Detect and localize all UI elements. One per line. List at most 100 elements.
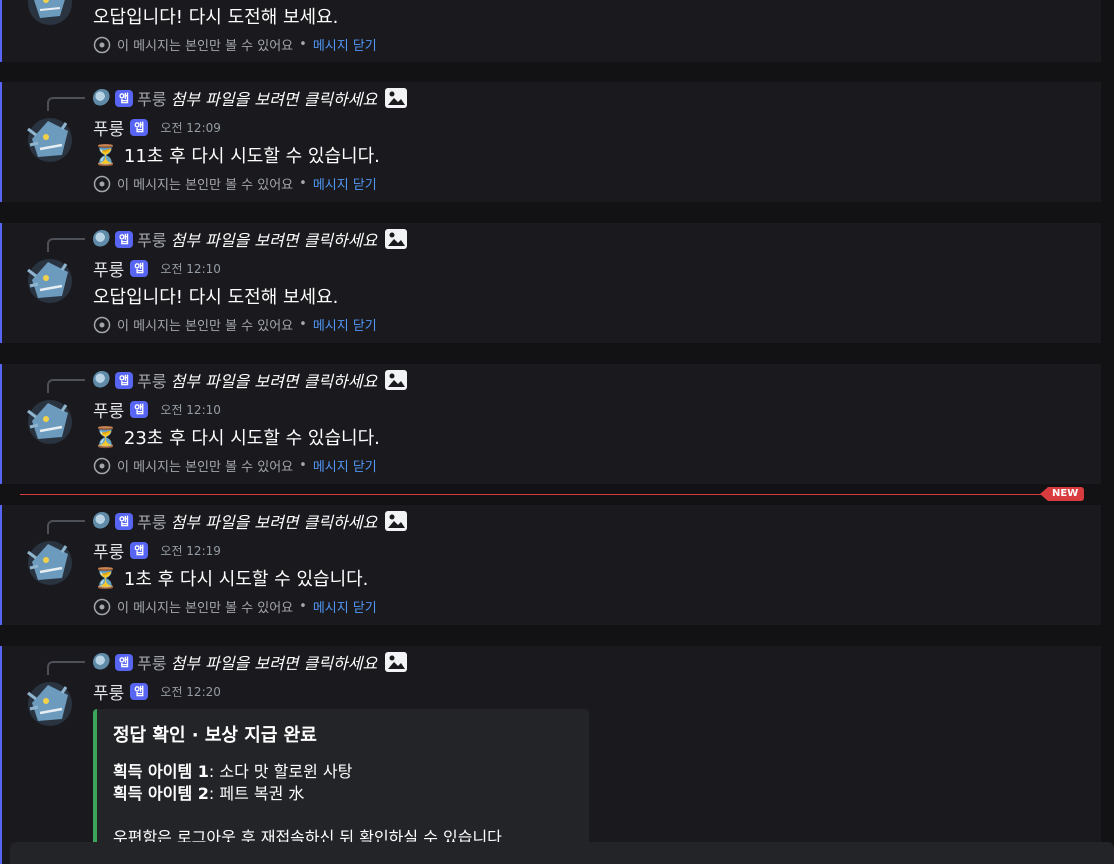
ephemeral-text: 이 메시지는 본인만 볼 수 있어요 (117, 178, 294, 193)
separator: • (299, 176, 307, 191)
avatar[interactable] (26, 0, 74, 28)
avatar[interactable] (26, 538, 74, 588)
author-name[interactable]: 푸룽 (93, 397, 124, 422)
app-badge: 앱 (115, 89, 134, 107)
reply-author[interactable]: 푸룽 (137, 227, 166, 251)
reply-attachment-text[interactable]: 첨부 파일을 보려면 클릭하세요 (171, 86, 378, 110)
reply-attachment-text[interactable]: 첨부 파일을 보려면 클릭하세요 (171, 227, 378, 251)
reply-attachment-text[interactable]: 첨부 파일을 보려면 클릭하세요 (171, 368, 378, 392)
ephemeral-text: 이 메시지는 본인만 볼 수 있어요 (117, 39, 294, 54)
dismiss-message-link[interactable]: 메시지 닫기 (313, 597, 377, 616)
image-icon (385, 511, 408, 531)
reply-avatar (93, 653, 111, 671)
timestamp: 오전 12:10 (160, 261, 221, 276)
message-header: 푸룽 앱 오전 12:10 (93, 397, 221, 422)
reply-author[interactable]: 푸룽 (137, 86, 166, 110)
new-badge: NEW (1040, 487, 1085, 501)
separator: • (299, 317, 307, 332)
new-messages-divider (20, 494, 1042, 495)
reply-avatar (93, 89, 111, 107)
eye-icon (93, 175, 111, 192)
message-header: 푸룽 앱 오전 12:10 (93, 256, 221, 281)
avatar[interactable] (26, 679, 74, 729)
message-ephemeral-top: 오답입니다! 다시 도전해 보세요. 이 메시지는 본인만 볼 수 있어요 • … (0, 0, 1101, 62)
author-name[interactable]: 푸룽 (93, 538, 124, 563)
reply-avatar (93, 512, 111, 530)
item-2-label: 획득 아이템 2 (113, 784, 209, 803)
message-header: 푸룽 앱 오전 12:09 (93, 115, 221, 140)
reply-author[interactable]: 푸룽 (137, 509, 166, 533)
message-text: 오답입니다! 다시 도전해 보세요. (93, 287, 339, 308)
dismiss-message-link[interactable]: 메시지 닫기 (313, 174, 377, 193)
dismiss-message-link[interactable]: 메시지 닫기 (313, 456, 377, 475)
message-text: 11초 후 다시 시도할 수 있습니다. (123, 146, 380, 167)
reply-author[interactable]: 푸룽 (137, 368, 166, 392)
ephemeral-notice: 이 메시지는 본인만 볼 수 있어요 • 메시지 닫기 (93, 456, 377, 475)
message-1: 앱 푸룽 첨부 파일을 보려면 클릭하세요 푸룽 앱 오전 12:09 ⏳ 11… (0, 82, 1101, 202)
message-input-bar[interactable] (10, 842, 1114, 864)
reply-connector (47, 97, 85, 111)
message-content: ⏳ 1초 후 다시 시도할 수 있습니다. (93, 565, 368, 591)
reply-preview[interactable]: 앱 푸룽 첨부 파일을 보려면 클릭하세요 (93, 368, 408, 392)
timestamp: 오전 12:20 (160, 684, 221, 699)
reply-avatar (93, 371, 111, 389)
app-badge: 앱 (130, 118, 149, 136)
app-badge: 앱 (115, 653, 134, 671)
reply-attachment-text[interactable]: 첨부 파일을 보려면 클릭하세요 (171, 650, 378, 674)
app-badge: 앱 (115, 512, 134, 530)
author-name[interactable]: 푸룽 (93, 256, 124, 281)
reply-attachment-text[interactable]: 첨부 파일을 보려면 클릭하세요 (171, 509, 378, 533)
message-text: 오답입니다! 다시 도전해 보세요. (93, 7, 339, 28)
app-badge: 앱 (130, 541, 149, 559)
separator: • (299, 37, 307, 52)
reply-preview[interactable]: 앱 푸룽 첨부 파일을 보려면 클릭하세요 (93, 509, 408, 533)
ephemeral-notice: 이 메시지는 본인만 볼 수 있어요 • 메시지 닫기 (93, 597, 377, 616)
reply-avatar (93, 230, 111, 248)
reward-embed: 정답 확인 · 보상 지급 완료 획득 아이템 1: 소다 맛 할로윈 사탕 획… (93, 709, 589, 849)
dismiss-message-link[interactable]: 메시지 닫기 (313, 315, 377, 334)
hourglass-icon: ⏳ (93, 425, 118, 449)
author-name[interactable]: 푸룽 (93, 115, 124, 140)
ephemeral-text: 이 메시지는 본인만 볼 수 있어요 (117, 460, 294, 475)
message-3: 앱 푸룽 첨부 파일을 보려면 클릭하세요 푸룽 앱 오전 12:10 ⏳ 23… (0, 364, 1101, 484)
message-content: 오답입니다! 다시 도전해 보세요. (93, 3, 338, 29)
reply-connector (47, 379, 85, 393)
app-badge: 앱 (130, 682, 149, 700)
timestamp: 오전 12:10 (160, 402, 221, 417)
message-5: 앱 푸룽 첨부 파일을 보려면 클릭하세요 푸룽 앱 오전 12:20 정답 확… (0, 646, 1101, 864)
hourglass-icon: ⏳ (93, 143, 118, 167)
message-content: 오답입니다! 다시 도전해 보세요. (93, 283, 338, 309)
message-content: ⏳ 11초 후 다시 시도할 수 있습니다. (93, 142, 380, 168)
embed-item-1: 획득 아이템 1: 소다 맛 할로윈 사탕 (113, 761, 573, 783)
reply-author[interactable]: 푸룽 (137, 650, 166, 674)
avatar[interactable] (26, 115, 74, 165)
item-1-label: 획득 아이템 1 (113, 762, 209, 781)
message-header: 푸룽 앱 오전 12:20 (93, 679, 221, 704)
message-text: 23초 후 다시 시도할 수 있습니다. (123, 428, 380, 449)
message-header: 푸룽 앱 오전 12:19 (93, 538, 221, 563)
separator: • (299, 458, 307, 473)
embed-item-2: 획득 아이템 2: 페트 복권 水 (113, 783, 573, 805)
avatar[interactable] (26, 397, 74, 447)
hourglass-icon: ⏳ (93, 566, 118, 590)
author-name[interactable]: 푸룽 (93, 679, 124, 704)
image-icon (385, 370, 408, 390)
timestamp: 오전 12:09 (160, 120, 221, 135)
separator: • (299, 599, 307, 614)
message-text: 1초 후 다시 시도할 수 있습니다. (123, 569, 369, 590)
avatar[interactable] (26, 256, 74, 306)
image-icon (385, 229, 408, 249)
ephemeral-notice: 이 메시지는 본인만 볼 수 있어요 • 메시지 닫기 (93, 174, 377, 193)
reply-preview[interactable]: 앱 푸룽 첨부 파일을 보려면 클릭하세요 (93, 650, 408, 674)
reply-connector (47, 661, 85, 675)
ephemeral-text: 이 메시지는 본인만 볼 수 있어요 (117, 319, 294, 334)
reply-preview[interactable]: 앱 푸룽 첨부 파일을 보려면 클릭하세요 (93, 227, 408, 251)
reply-preview[interactable]: 앱 푸룽 첨부 파일을 보려면 클릭하세요 (93, 86, 408, 110)
eye-icon (93, 36, 111, 53)
dismiss-message-link[interactable]: 메시지 닫기 (313, 35, 377, 54)
image-icon (385, 652, 408, 672)
embed-title: 정답 확인 · 보상 지급 완료 (113, 725, 317, 746)
reply-connector (47, 520, 85, 534)
message-2: 앱 푸룽 첨부 파일을 보려면 클릭하세요 푸룽 앱 오전 12:10 오답입니… (0, 223, 1101, 343)
image-icon (385, 88, 408, 108)
